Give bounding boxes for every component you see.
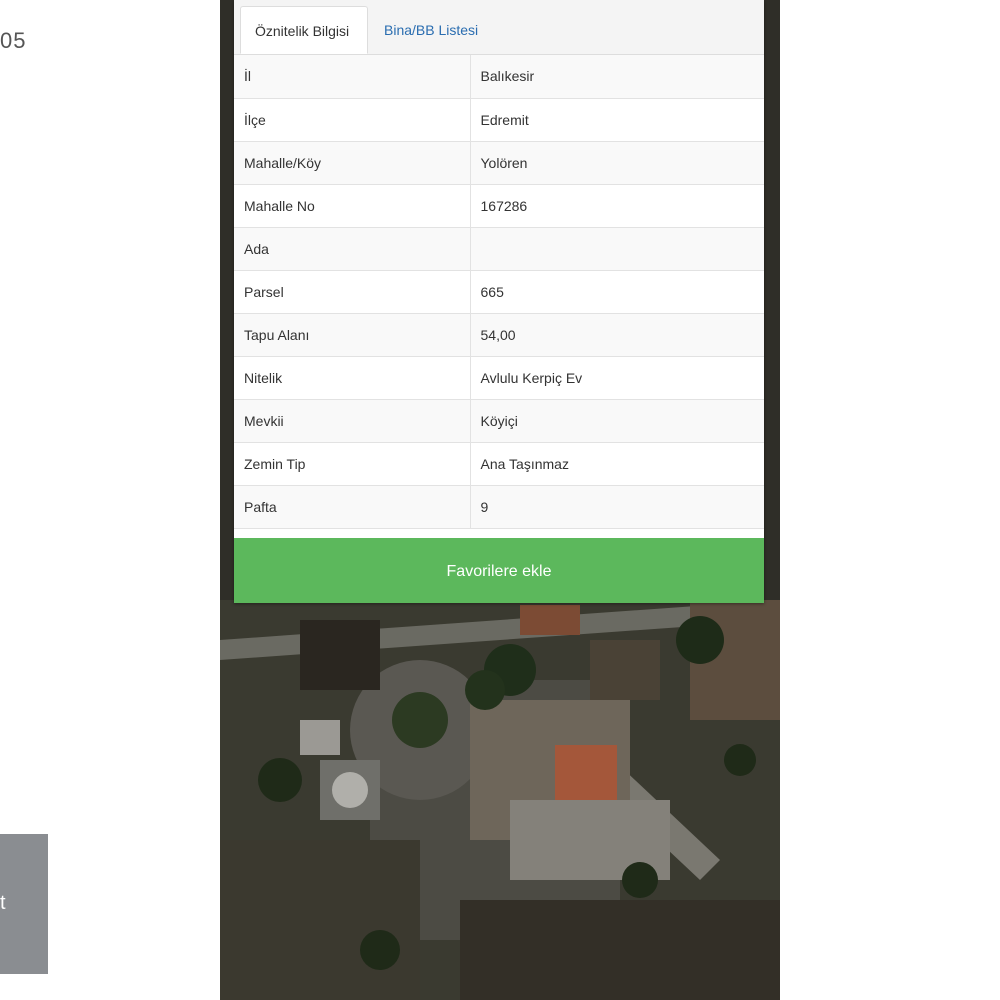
row-key: İl [234, 55, 471, 99]
row-key: Nitelik [234, 356, 471, 400]
row-value: 54,00 [470, 313, 764, 357]
row-key: Ada [234, 227, 471, 271]
table-row: İlçe Edremit [234, 98, 764, 142]
row-key: İlçe [234, 98, 471, 142]
table-row: Mahalle/Köy Yolören [234, 141, 764, 185]
row-value: Yolören [470, 141, 764, 185]
side-button-label: t [0, 892, 6, 914]
row-value: 665 [470, 270, 764, 314]
page-number: 05 [0, 28, 27, 53]
table-row: Zemin Tip Ana Taşınmaz [234, 442, 764, 486]
table-row: Parsel 665 [234, 270, 764, 314]
row-key: Mevkii [234, 399, 471, 443]
row-value [470, 227, 764, 271]
row-key: Zemin Tip [234, 442, 471, 486]
row-value: Balıkesir [470, 55, 764, 99]
table-row: Mahalle No 167286 [234, 184, 764, 228]
table-row: Mevkii Köyiçi [234, 399, 764, 443]
row-value: 167286 [470, 184, 764, 228]
row-value: Edremit [470, 98, 764, 142]
table-row: Pafta 9 [234, 485, 764, 529]
tab-bar: Öznitelik Bilgisi Bina/BB Listesi [234, 0, 764, 55]
row-value: Avlulu Kerpiç Ev [470, 356, 764, 400]
row-key: Mahalle/Köy [234, 141, 471, 185]
row-value: 9 [470, 485, 764, 529]
table-row: İl Balıkesir [234, 55, 764, 99]
row-key: Mahalle No [234, 184, 471, 228]
tab-building-list[interactable]: Bina/BB Listesi [370, 6, 492, 54]
table-row: Tapu Alanı 54,00 [234, 313, 764, 357]
phone-screen: Öznitelik Bilgisi Bina/BB Listesi İl Bal… [220, 0, 780, 1000]
row-key: Tapu Alanı [234, 313, 471, 357]
row-value: Köyiçi [470, 399, 764, 443]
row-key: Parsel [234, 270, 471, 314]
table-row: Nitelik Avlulu Kerpiç Ev [234, 356, 764, 400]
row-value: Ana Taşınmaz [470, 442, 764, 486]
attribute-table: İl Balıkesir İlçe Edremit Mahalle/Köy Yo… [234, 55, 764, 529]
add-to-favorites-button[interactable]: Favorilere ekle [234, 538, 764, 603]
table-row: Ada [234, 227, 764, 271]
tab-attribute-info[interactable]: Öznitelik Bilgisi [240, 6, 368, 54]
attribute-panel: Öznitelik Bilgisi Bina/BB Listesi İl Bal… [234, 0, 764, 603]
row-key: Pafta [234, 485, 471, 529]
side-button[interactable]: t [0, 834, 48, 974]
